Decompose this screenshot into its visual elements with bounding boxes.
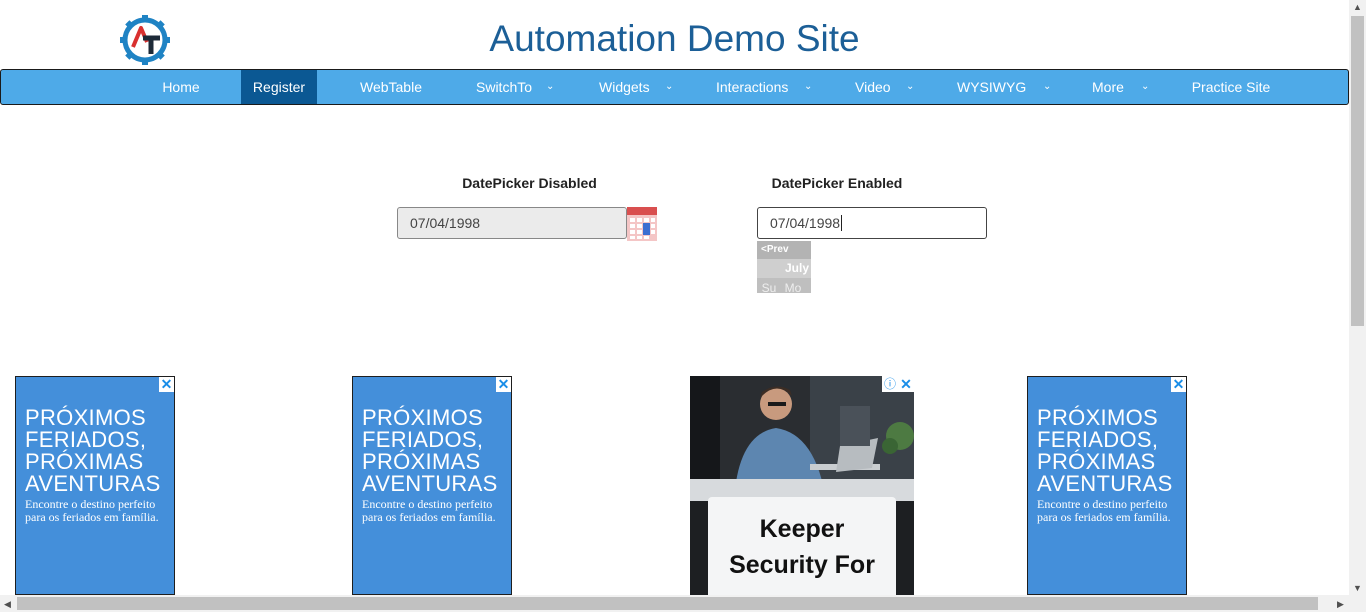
ad-headline-line: PRÓXIMOS bbox=[362, 405, 483, 430]
ad-card: Keeper Security For bbox=[708, 497, 896, 595]
ad-headline-line: FERIADOS, bbox=[25, 427, 147, 452]
scroll-right-arrow-icon[interactable]: ▶ bbox=[1337, 599, 1344, 610]
main-navbar: Home Register WebTable SwitchTo ⌄ Widget… bbox=[0, 69, 1349, 105]
ad-headline-line: AVENTURAS bbox=[25, 471, 161, 496]
ad-headline-line: PRÓXIMAS bbox=[25, 449, 144, 474]
datepicker-enabled-input[interactable]: 07/04/1998 bbox=[757, 207, 987, 239]
nav-switchto-label: SwitchTo bbox=[476, 79, 533, 95]
ad-banner[interactable]: ✕ PRÓXIMOS FERIADOS, PRÓXIMAS AVENTURAS … bbox=[15, 376, 175, 595]
nav-register-label: Register bbox=[252, 79, 306, 95]
nav-interactions-label: Interactions bbox=[716, 79, 789, 95]
datepicker-prev-button[interactable]: <Prev bbox=[757, 241, 811, 259]
nav-register[interactable]: Register bbox=[241, 70, 317, 104]
ad-card-line: Security For bbox=[729, 551, 875, 579]
ad-controls: ⓘ ✕ bbox=[882, 376, 914, 392]
ad-photo-image bbox=[690, 376, 914, 501]
nav-practice-site-label: Practice Site bbox=[1191, 79, 1271, 95]
weekday-label: Mo bbox=[784, 281, 802, 293]
datepicker-month-title: July bbox=[757, 259, 811, 278]
datepicker-disabled-label: DatePicker Disabled bbox=[462, 175, 597, 191]
ad-headline-line: FERIADOS, bbox=[1037, 427, 1159, 452]
nav-wysiwyg[interactable]: WYSIWYG ⌄ bbox=[946, 70, 1056, 104]
close-icon[interactable]: ✕ bbox=[159, 377, 174, 392]
nav-practice-site[interactable]: Practice Site bbox=[1176, 70, 1286, 104]
scroll-left-arrow-icon[interactable]: ◀ bbox=[4, 599, 11, 610]
nav-interactions[interactable]: Interactions ⌄ bbox=[706, 70, 821, 104]
nav-more[interactable]: More ⌄ bbox=[1081, 70, 1156, 104]
calendar-icon[interactable] bbox=[627, 207, 657, 241]
ad-headline-line: PRÓXIMAS bbox=[1037, 449, 1156, 474]
horizontal-scrollbar-thumb[interactable] bbox=[17, 597, 1318, 610]
nav-home-label: Home bbox=[162, 79, 200, 95]
chevron-down-icon: ⌄ bbox=[1141, 81, 1150, 92]
ad-headline-line: PRÓXIMOS bbox=[1037, 405, 1158, 430]
ad-headline: PRÓXIMOS FERIADOS, PRÓXIMAS AVENTURAS bbox=[362, 407, 498, 495]
nav-more-label: More bbox=[1092, 79, 1124, 95]
nav-video[interactable]: Video ⌄ bbox=[841, 70, 921, 104]
close-icon[interactable]: ✕ bbox=[496, 377, 511, 392]
datepicker-enabled-label: DatePicker Enabled bbox=[771, 175, 903, 191]
nav-webtable-label: WebTable bbox=[359, 79, 422, 95]
chevron-down-icon: ⌄ bbox=[546, 81, 555, 92]
ad-headline: PRÓXIMOS FERIADOS, PRÓXIMAS AVENTURAS bbox=[25, 407, 161, 495]
datepicker-popup: <Prev July Su Mo bbox=[757, 241, 811, 293]
scroll-down-arrow-icon[interactable]: ▼ bbox=[1353, 583, 1362, 593]
ad-headline-line: FERIADOS, bbox=[362, 427, 484, 452]
ad-body-text: Encontre o destino perfeito para os feri… bbox=[362, 497, 496, 524]
nav-wysiwyg-label: WYSIWYG bbox=[957, 79, 1027, 95]
nav-video-label: Video bbox=[855, 79, 891, 95]
chevron-down-icon: ⌄ bbox=[906, 81, 915, 92]
datepicker-enabled-value: 07/04/1998 bbox=[770, 215, 841, 231]
chevron-down-icon: ⌄ bbox=[1043, 81, 1052, 92]
nav-home[interactable]: Home bbox=[141, 70, 221, 104]
nav-switchto[interactable]: SwitchTo ⌄ bbox=[461, 70, 561, 104]
weekday-label: Su bbox=[761, 281, 777, 293]
ad-headline: PRÓXIMOS FERIADOS, PRÓXIMAS AVENTURAS bbox=[1037, 407, 1173, 495]
datepicker-weekday-header: Su Mo bbox=[757, 278, 811, 293]
ad-banner[interactable]: ✕ PRÓXIMOS FERIADOS, PRÓXIMAS AVENTURAS … bbox=[352, 376, 512, 595]
ad-headline-line: AVENTURAS bbox=[362, 471, 498, 496]
datepicker-disabled-input: 07/04/1998 bbox=[397, 207, 627, 239]
ad-banner[interactable]: ✕ PRÓXIMOS FERIADOS, PRÓXIMAS AVENTURAS … bbox=[1027, 376, 1187, 595]
info-icon[interactable]: ⓘ bbox=[882, 376, 898, 392]
scroll-up-arrow-icon[interactable]: ▲ bbox=[1353, 2, 1362, 12]
close-icon[interactable]: ✕ bbox=[898, 376, 914, 392]
chevron-down-icon: ⌄ bbox=[804, 81, 813, 92]
ad-body-text: Encontre o destino perfeito para os feri… bbox=[1037, 497, 1171, 524]
close-icon[interactable]: ✕ bbox=[1171, 377, 1186, 392]
nav-widgets[interactable]: Widgets ⌄ bbox=[586, 70, 686, 104]
nav-widgets-label: Widgets bbox=[599, 79, 650, 95]
ad-headline-line: PRÓXIMOS bbox=[25, 405, 146, 430]
vertical-scrollbar-thumb[interactable] bbox=[1351, 16, 1364, 326]
ad-card-line: Keeper bbox=[759, 515, 845, 543]
ad-banner-photo[interactable]: ⓘ ✕ Keeper Security For bbox=[690, 376, 914, 595]
ad-body-text: Encontre o destino perfeito para os feri… bbox=[25, 497, 159, 524]
site-title: Automation Demo Site bbox=[489, 18, 860, 59]
ad-headline-line: PRÓXIMAS bbox=[362, 449, 481, 474]
chevron-down-icon: ⌄ bbox=[665, 81, 674, 92]
ad-headline-line: AVENTURAS bbox=[1037, 471, 1173, 496]
nav-webtable[interactable]: WebTable bbox=[346, 70, 436, 104]
